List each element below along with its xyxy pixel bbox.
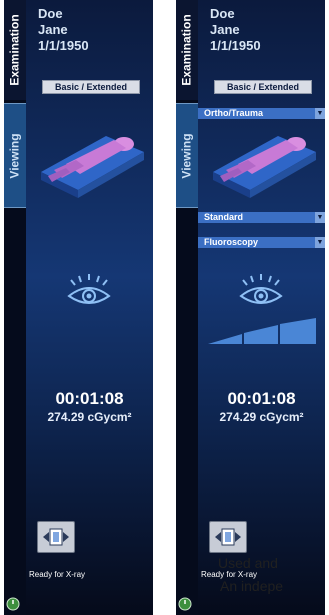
left-control-panel: Examination Viewing Doe Jane 1/1/1950 Ba… (4, 0, 153, 615)
xray-acquire-icon (43, 528, 69, 546)
patient-on-table-icon (41, 136, 144, 198)
tab-viewing-label: Viewing (180, 132, 194, 179)
tab-viewing[interactable]: Viewing (4, 103, 26, 208)
tab-examination-label: Examination (8, 14, 23, 86)
tab-viewing[interactable]: Viewing (176, 103, 198, 208)
overlay-caption-line2: An indepe (220, 578, 284, 594)
patient-first-name: Jane (38, 22, 68, 37)
basic-extended-button[interactable]: Basic / Extended (42, 80, 140, 94)
protocol-dropdown[interactable]: Ortho/Trauma ▼ (198, 108, 325, 119)
patient-on-table-icon (213, 136, 316, 198)
panel-content: Doe Jane 1/1/1950 Basic / Extended Ortho… (178, 0, 325, 615)
eye-icon[interactable] (237, 272, 285, 308)
program-dropdown-value: Standard (204, 212, 244, 222)
tab-examination[interactable]: Examination (4, 0, 26, 100)
right-control-panel: Examination Viewing Doe Jane 1/1/1950 Ba… (176, 0, 325, 615)
xray-acquire-button[interactable] (37, 521, 75, 553)
dose-value: 274.29 cGycm² (219, 410, 304, 424)
program-dropdown[interactable]: Standard ▼ (198, 212, 325, 223)
patient-dob: 1/1/1950 (38, 38, 89, 53)
xray-acquire-button[interactable] (209, 521, 247, 553)
power-icon[interactable] (6, 597, 20, 611)
eye-icon[interactable] (65, 272, 113, 308)
exposure-time: 00:01:08 (55, 389, 124, 408)
tab-viewing-label: Viewing (8, 132, 22, 179)
tab-column: Examination Viewing (176, 0, 198, 615)
exposure-time: 00:01:08 (227, 389, 296, 408)
mode-dropdown[interactable]: Fluoroscopy ▼ (198, 237, 325, 248)
overlay-caption-line1: Used and (218, 555, 278, 571)
patient-last-name: Doe (38, 6, 63, 21)
patient-last-name: Doe (210, 6, 235, 21)
basic-extended-button[interactable]: Basic / Extended (214, 80, 312, 94)
dose-level-bars-icon[interactable] (208, 318, 316, 344)
protocol-dropdown-value: Ortho/Trauma (204, 108, 264, 118)
chevron-down-icon[interactable]: ▼ (315, 237, 325, 248)
patient-first-name: Jane (210, 22, 240, 37)
status-text: Ready for X-ray (29, 570, 86, 579)
panel-content: Doe Jane 1/1/1950 Basic / Extended 00:01… (6, 0, 153, 615)
patient-info: Doe Jane 1/1/1950 (38, 6, 89, 54)
mode-dropdown-value: Fluoroscopy (204, 237, 259, 247)
chevron-down-icon[interactable]: ▼ (315, 212, 325, 223)
xray-acquire-icon (215, 528, 241, 546)
tab-examination[interactable]: Examination (176, 0, 198, 100)
tab-examination-label: Examination (180, 14, 195, 86)
patient-info: Doe Jane 1/1/1950 (210, 6, 261, 54)
chevron-down-icon[interactable]: ▼ (315, 108, 325, 119)
tab-column: Examination Viewing (4, 0, 26, 615)
patient-dob: 1/1/1950 (210, 38, 261, 53)
power-icon[interactable] (178, 597, 192, 611)
dose-value: 274.29 cGycm² (47, 410, 132, 424)
